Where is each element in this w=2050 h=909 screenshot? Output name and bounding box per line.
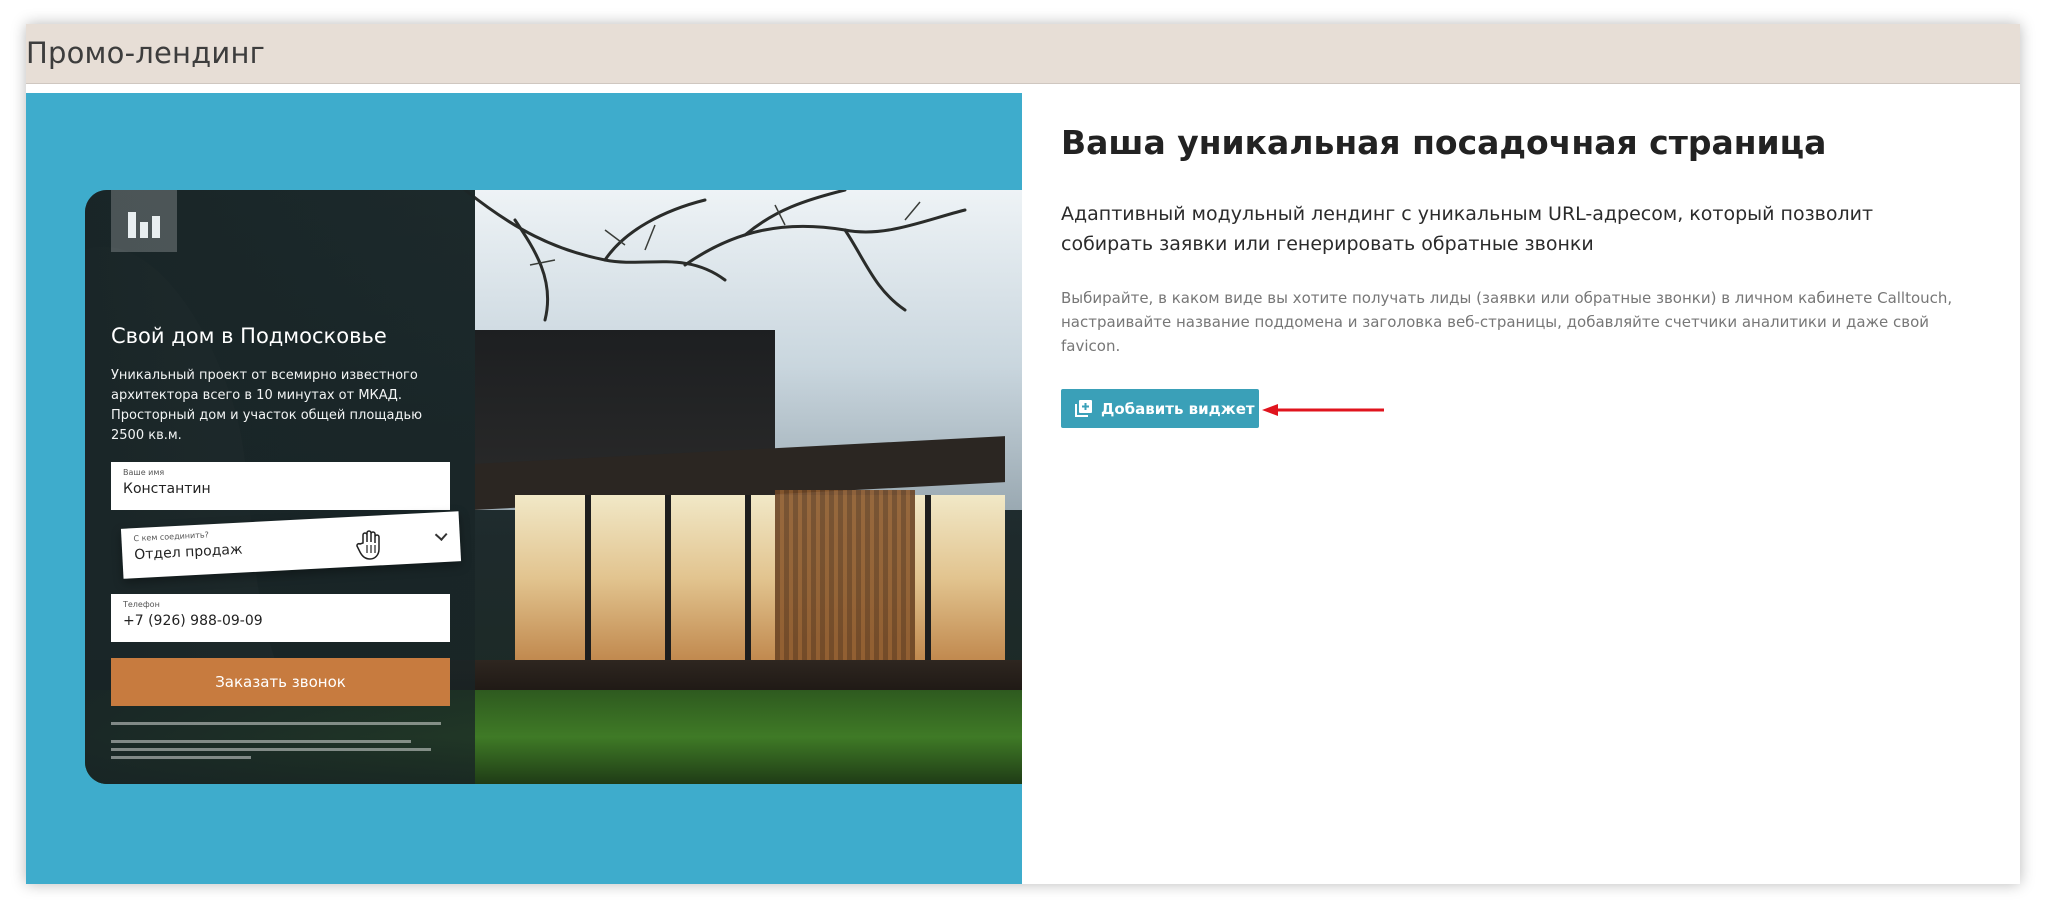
- logo-bar: [128, 212, 136, 238]
- hand-cursor-icon: [356, 530, 380, 560]
- phone-field-value: +7 (926) 988-09-09: [123, 613, 263, 629]
- info-description: Выбирайте, в каком виде вы хотите получа…: [1061, 289, 1953, 355]
- preview-fine-print: [111, 748, 431, 751]
- logo-bar: [140, 222, 148, 238]
- preview-description: Уникальный проект от всемирно известного…: [111, 368, 423, 443]
- page-header: Промо-лендинг: [26, 24, 2020, 84]
- preview-fine-print: [111, 722, 441, 725]
- info-panel: Ваша уникальная посадочная страница Адап…: [1022, 93, 2020, 884]
- page-title: Промо-лендинг: [26, 36, 266, 70]
- preview-heading: Свой дом в Подмосковье: [111, 324, 387, 348]
- info-subtitle: Адаптивный модульный лендинг с уникальны…: [1061, 203, 1874, 255]
- name-field-value: Константин: [123, 481, 211, 497]
- preview-name-field: Ваше имя Константин: [111, 462, 450, 510]
- phone-field-label: Телефон: [123, 600, 160, 609]
- preview-fine-print: [111, 756, 251, 759]
- name-field-label: Ваше имя: [123, 468, 165, 477]
- info-title: Ваша уникальная посадочная страница: [1061, 123, 1827, 162]
- preview-fine-print: [111, 740, 411, 743]
- logo-bar: [152, 216, 160, 238]
- preview-phone-field: Телефон +7 (926) 988-09-09: [111, 594, 450, 642]
- landing-preview-panel: Свой дом в Подмосковье Уникальный проект…: [26, 93, 1022, 884]
- add-widget-icon: [1075, 400, 1092, 417]
- preview-logo: [111, 190, 177, 252]
- landing-preview-image: Свой дом в Подмосковье Уникальный проект…: [85, 190, 1022, 784]
- red-arrow-annotation: [1262, 404, 1384, 416]
- add-widget-button[interactable]: Добавить виджет: [1061, 389, 1259, 428]
- add-widget-label: Добавить виджет: [1101, 399, 1255, 418]
- preview-callback-button: Заказать звонок: [111, 658, 450, 706]
